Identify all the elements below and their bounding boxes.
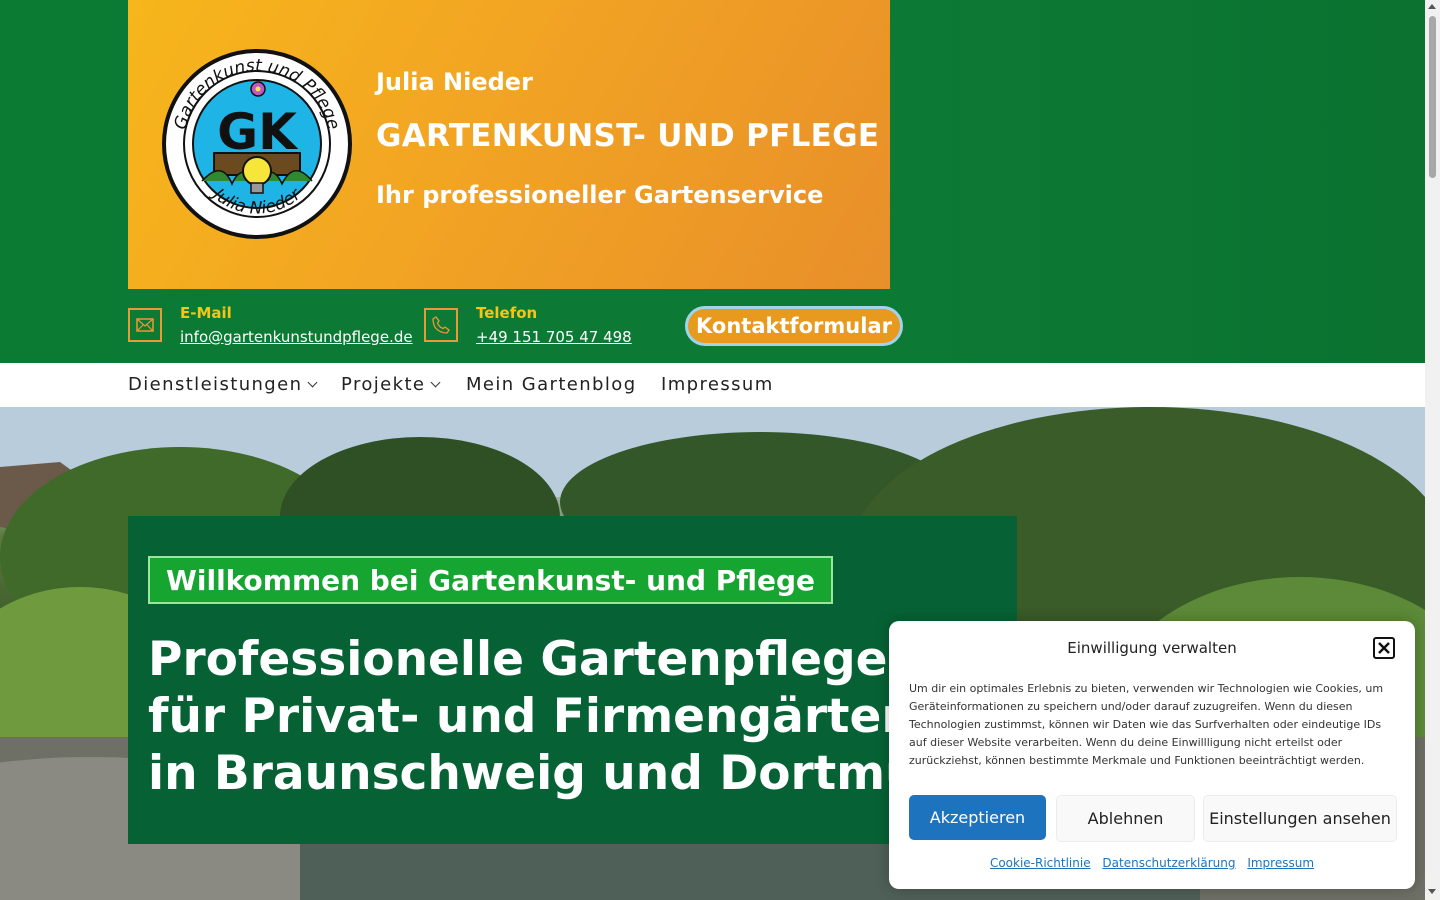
contact-phone: Telefon +49 151 705 47 498: [424, 304, 632, 352]
contact-form-button[interactable]: Kontaktformular: [685, 306, 903, 346]
scrollbar-thumb[interactable]: [1429, 16, 1436, 178]
email-link[interactable]: info@gartenkunstundpflege.de: [180, 328, 413, 346]
cookie-dialog-text: Um dir ein optimales Erlebnis zu bieten,…: [909, 682, 1384, 767]
envelope-icon: [128, 308, 162, 342]
cookie-policy-link[interactable]: Cookie-Richtlinie: [990, 856, 1091, 870]
nav-item-label: Impressum: [661, 374, 774, 395]
site-title[interactable]: GARTENKUNST- UND PFLEGE: [376, 118, 879, 154]
welcome-badge: Willkommen bei Gartenkunst- und Pflege: [148, 556, 834, 604]
phone-label: Telefon: [476, 304, 538, 322]
phone-link[interactable]: +49 151 705 47 498: [476, 328, 632, 346]
nav-item-label: Projekte: [341, 374, 426, 395]
page: Gartenkunst und Pflege Julia Nieder GK J…: [0, 0, 1425, 900]
cookie-consent-dialog: Einwilligung verwalten Um dir ein optima…: [889, 621, 1415, 889]
email-label: E-Mail: [180, 304, 232, 322]
hero-heading-line: Professionelle Gartenpflege: [148, 632, 888, 687]
nav-item-impressum[interactable]: Impressum: [661, 374, 774, 395]
site-header: Gartenkunst und Pflege Julia Nieder GK J…: [0, 0, 1425, 363]
cookie-dialog-title: Einwilligung verwalten: [1067, 639, 1237, 657]
page-scrollbar[interactable]: [1425, 0, 1440, 900]
hero-content-box: Willkommen bei Gartenkunst- und Pflege P…: [128, 516, 1017, 844]
close-icon[interactable]: [1373, 637, 1395, 659]
chevron-down-icon: [430, 377, 441, 388]
nav-item-projekte[interactable]: Projekte: [341, 374, 441, 395]
privacy-policy-link[interactable]: Datenschutzerklärung: [1102, 856, 1235, 870]
imprint-link[interactable]: Impressum: [1247, 856, 1314, 870]
chevron-down-icon: [307, 377, 318, 388]
hero-heading-line: für Privat- und Firmengärten: [148, 689, 915, 744]
main-navigation: Dienstleistungen Projekte Mein Gartenblo…: [0, 363, 1425, 407]
site-logo[interactable]: Gartenkunst und Pflege Julia Nieder GK: [162, 49, 352, 239]
brand-panel: Gartenkunst und Pflege Julia Nieder GK J…: [128, 0, 890, 289]
scroll-down-icon[interactable]: [1428, 889, 1436, 894]
deny-button[interactable]: Ablehnen: [1056, 795, 1195, 842]
nav-item-label: Dienstleistungen: [128, 374, 303, 395]
hero-heading-line: in Braunschweig und Dortmund: [148, 746, 986, 801]
cookie-dialog-links: Cookie-Richtlinie Datenschutzerklärung I…: [889, 856, 1415, 870]
contact-email: E-Mail info@gartenkunstundpflege.de: [128, 304, 418, 352]
nav-item-label: Mein Gartenblog: [466, 374, 637, 395]
scroll-up-icon[interactable]: [1428, 4, 1436, 9]
phone-icon: [424, 308, 458, 342]
nav-item-gartenblog[interactable]: Mein Gartenblog: [466, 374, 637, 395]
accept-button[interactable]: Akzeptieren: [909, 795, 1046, 840]
nav-item-dienstleistungen[interactable]: Dienstleistungen: [128, 374, 318, 395]
view-settings-button[interactable]: Einstellungen ansehen: [1203, 795, 1397, 842]
brand-name: Julia Nieder: [376, 68, 533, 96]
hero-heading: Professionelle Gartenpflege für Privat- …: [148, 631, 986, 802]
site-tagline: Ihr professioneller Gartenservice: [376, 181, 824, 209]
